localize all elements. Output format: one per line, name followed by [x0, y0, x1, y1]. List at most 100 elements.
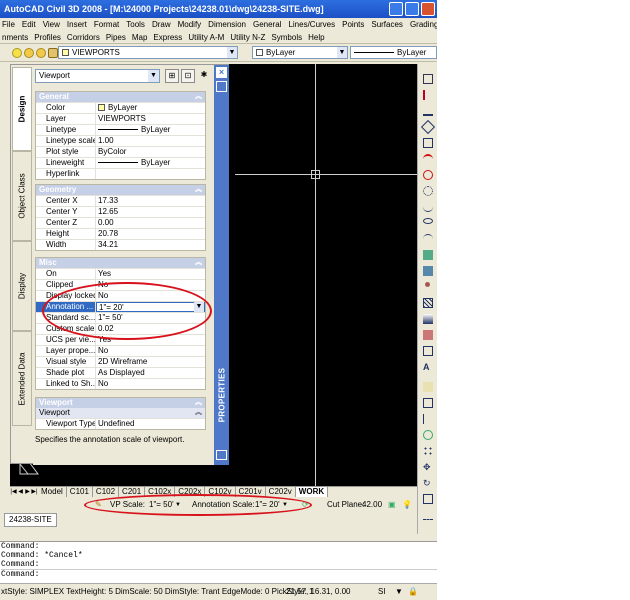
menu-grading[interactable]: Grading: [410, 18, 437, 31]
maximize-button[interactable]: [405, 2, 419, 16]
erase-icon[interactable]: [423, 382, 433, 392]
document-tab[interactable]: 24238-SITE: [4, 513, 57, 527]
collapse-chevron-icon[interactable]: ︽: [195, 408, 202, 418]
section-header-viewport[interactable]: Viewport ︽: [36, 398, 205, 408]
chevron-down-icon[interactable]: ▼: [148, 70, 159, 82]
ellipse-icon[interactable]: [423, 218, 433, 224]
section-header-misc[interactable]: Misc ︽: [36, 258, 205, 268]
menu-modify[interactable]: Modify: [178, 18, 202, 31]
mtext-icon[interactable]: A: [423, 362, 433, 372]
menu-view[interactable]: View: [43, 18, 60, 31]
offset-icon[interactable]: [423, 430, 433, 440]
menu-dimension[interactable]: Dimension: [208, 18, 246, 31]
palette-menu-icon[interactable]: [216, 450, 227, 460]
collapse-chevron-icon[interactable]: ︽: [195, 258, 202, 268]
status-tray-menu-icon[interactable]: ▼: [395, 584, 403, 600]
menu-lines-curves[interactable]: Lines/Curves: [288, 18, 335, 31]
tab-display[interactable]: Display: [12, 241, 32, 331]
menu-general[interactable]: General: [253, 18, 281, 31]
tab-prev-icon[interactable]: ◀: [17, 487, 24, 497]
arc-icon[interactable]: [423, 154, 433, 164]
rotate-icon[interactable]: ↻: [423, 478, 433, 488]
menu-tools[interactable]: Tools: [126, 18, 145, 31]
menu-profiles[interactable]: Profiles: [34, 31, 61, 43]
subsection-header-viewport[interactable]: Viewport ︽: [36, 408, 205, 418]
close-icon[interactable]: ×: [216, 67, 227, 78]
chevron-down-icon[interactable]: ▼: [337, 47, 347, 58]
circle-icon[interactable]: [423, 170, 433, 180]
close-button[interactable]: [421, 2, 435, 16]
object-type-select[interactable]: Viewport ▼: [35, 69, 160, 83]
menu-format[interactable]: Format: [94, 18, 119, 31]
lightbulb-icon[interactable]: 💡: [402, 497, 412, 513]
collapse-chevron-icon[interactable]: ︽: [195, 92, 202, 102]
menu-edit[interactable]: Edit: [22, 18, 36, 31]
menu-points[interactable]: Points: [342, 18, 364, 31]
pickadd-button[interactable]: ✱: [197, 69, 211, 83]
collapse-chevron-icon[interactable]: ︽: [195, 185, 202, 195]
property-row[interactable]: Linetype scale 1.00: [36, 135, 205, 146]
revision-cloud-icon[interactable]: [423, 186, 433, 196]
property-row[interactable]: Color ByLayer: [36, 102, 205, 113]
layout-tab-c101[interactable]: C101: [67, 487, 93, 497]
scale-icon[interactable]: [423, 494, 433, 504]
menu-utility-a-m[interactable]: Utility A-M: [188, 31, 224, 43]
menu-express[interactable]: Express: [153, 31, 182, 43]
property-row[interactable]: Center X 17.33: [36, 195, 205, 206]
status-tray-icon[interactable]: SI: [378, 584, 386, 600]
section-header-geometry[interactable]: Geometry ︽: [36, 185, 205, 195]
menu-insert[interactable]: Insert: [67, 18, 87, 31]
property-row[interactable]: Layer prope... No: [36, 345, 205, 356]
auto-hide-icon[interactable]: [216, 81, 227, 92]
menu-pipes[interactable]: Pipes: [106, 31, 126, 43]
menu-help[interactable]: Help: [308, 31, 324, 43]
property-row[interactable]: Linetype ByLayer: [36, 124, 205, 135]
menu-map[interactable]: Map: [132, 31, 148, 43]
property-row[interactable]: Height 20.78: [36, 228, 205, 239]
linetype-combo[interactable]: ByLayer: [350, 46, 437, 59]
make-block-icon[interactable]: [423, 266, 433, 276]
property-row[interactable]: Linked to Sh... No: [36, 378, 205, 389]
copy-icon[interactable]: [423, 398, 433, 408]
hatch-icon[interactable]: [423, 298, 433, 308]
menu-surfaces[interactable]: Surfaces: [371, 18, 403, 31]
minimize-button[interactable]: [389, 2, 403, 16]
layout-tab-c102[interactable]: C102: [93, 487, 120, 497]
table-icon[interactable]: [423, 346, 433, 356]
layer-combo[interactable]: VIEWPORTS ▼: [58, 46, 238, 59]
stretch-icon[interactable]: [423, 510, 433, 520]
menu-file[interactable]: File: [2, 18, 15, 31]
layout-tab-model[interactable]: Model: [38, 487, 67, 497]
tab-next-icon[interactable]: ▶: [24, 487, 31, 497]
tab-object-class[interactable]: Object Class: [12, 151, 32, 241]
tab-last-icon[interactable]: ▶|: [31, 487, 38, 497]
property-row[interactable]: Layer VIEWPORTS: [36, 113, 205, 124]
polyline-icon[interactable]: [423, 106, 433, 116]
lightbulb-icon[interactable]: [12, 48, 22, 58]
cut-plane-value[interactable]: 42.00: [362, 497, 382, 513]
property-row[interactable]: Shade plot As Displayed: [36, 367, 205, 378]
property-row[interactable]: Center Y 12.65: [36, 206, 205, 217]
array-icon[interactable]: [423, 446, 433, 456]
section-header-general[interactable]: General ︽: [36, 92, 205, 102]
lock-icon[interactable]: [48, 48, 58, 58]
layout-tab-work[interactable]: WORK: [295, 487, 329, 497]
construction-line-icon[interactable]: [423, 90, 433, 100]
property-row[interactable]: Center Z 0.00: [36, 217, 205, 228]
property-row[interactable]: On Yes: [36, 268, 205, 279]
menu-alignments[interactable]: nments: [2, 31, 28, 43]
select-objects-button[interactable]: ⊡: [181, 69, 195, 83]
menu-corridors[interactable]: Corridors: [67, 31, 100, 43]
property-row[interactable]: Hyperlink: [36, 168, 205, 179]
property-row[interactable]: Lineweight ByLayer: [36, 157, 205, 168]
point-icon[interactable]: [425, 282, 430, 287]
mirror-icon[interactable]: [423, 414, 433, 424]
property-row[interactable]: Plot style ByColor: [36, 146, 205, 157]
sun-icon-2[interactable]: [36, 48, 46, 58]
sun-icon[interactable]: [24, 48, 34, 58]
collapse-chevron-icon[interactable]: ︽: [195, 398, 202, 408]
rectangle-icon[interactable]: [423, 138, 433, 148]
menu-utility-n-z[interactable]: Utility N-Z: [230, 31, 265, 43]
lock-viewport-icon[interactable]: ▣: [388, 497, 396, 513]
move-icon[interactable]: ✥: [423, 462, 433, 472]
